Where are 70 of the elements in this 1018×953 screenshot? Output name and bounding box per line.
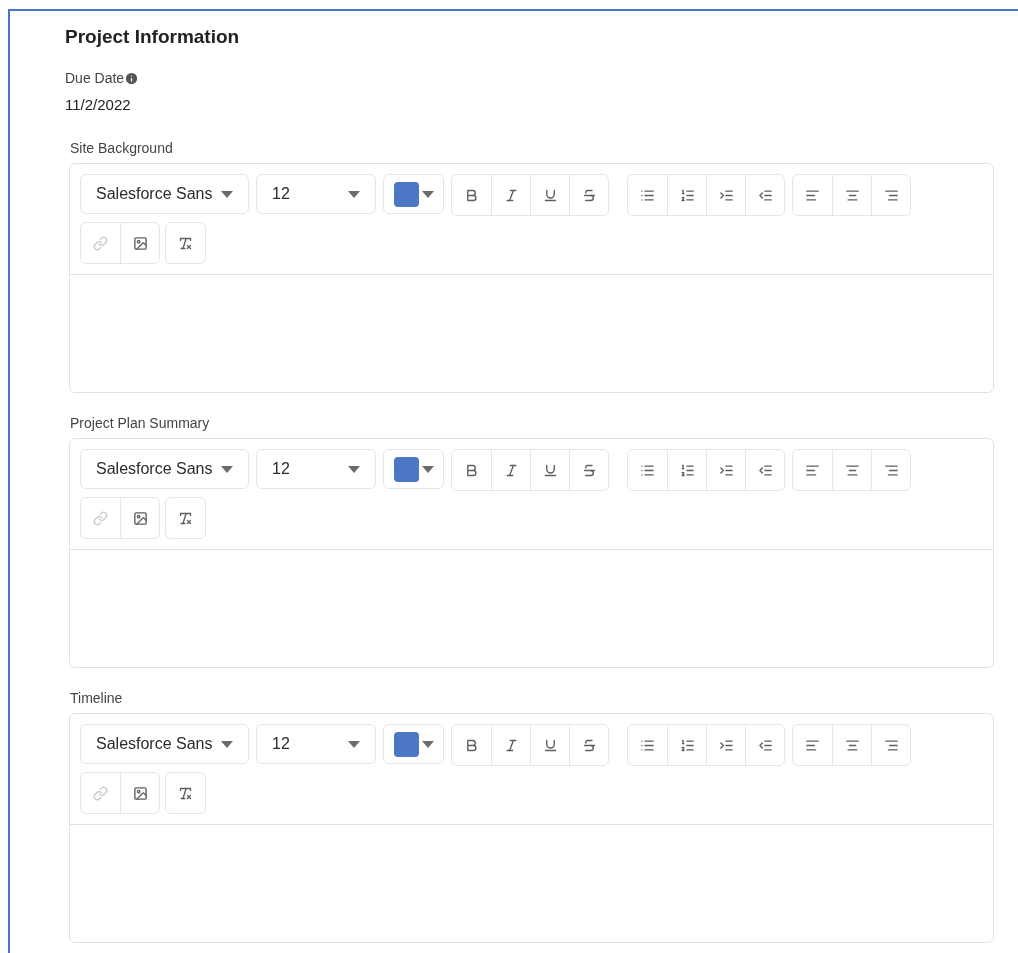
numbered-list-icon — [679, 462, 695, 478]
align-center-icon — [844, 187, 860, 203]
clear-formatting-button[interactable] — [165, 222, 206, 264]
link-icon — [93, 235, 108, 251]
caret-icon — [221, 465, 233, 473]
numbered-list-icon — [679, 187, 695, 203]
clear-formatting-button[interactable] — [165, 772, 206, 814]
underline-icon — [542, 737, 558, 753]
italic-icon — [503, 737, 519, 753]
clear-formatting-icon — [178, 510, 193, 526]
bulleted-list-icon — [640, 462, 655, 478]
align-left-icon — [805, 187, 820, 203]
link-icon — [93, 785, 108, 801]
align-right-icon — [883, 462, 899, 478]
field-label: Site Background — [70, 139, 174, 158]
caret-icon — [348, 465, 360, 473]
align-left-icon — [805, 737, 820, 753]
align-center-icon — [844, 462, 860, 478]
underline-icon — [542, 462, 558, 478]
field-label: Project Plan Summary — [70, 414, 211, 433]
image-icon — [132, 510, 148, 526]
underline-icon — [542, 187, 558, 203]
text-color-picker[interactable] — [383, 724, 444, 764]
bold-icon — [464, 187, 479, 203]
align-center-icon — [844, 737, 860, 753]
align-right-icon — [883, 187, 899, 203]
clear-formatting-button[interactable] — [165, 497, 206, 539]
caret-icon — [348, 740, 360, 748]
image-icon — [132, 235, 148, 251]
field-label: Timeline — [70, 689, 124, 708]
size-dropdown[interactable]: 12 — [256, 449, 376, 489]
caret-icon — [421, 465, 434, 473]
italic-icon — [503, 462, 519, 478]
size-dropdown[interactable]: 12 — [256, 174, 376, 214]
bulleted-list-icon — [640, 187, 655, 203]
outdent-icon — [757, 187, 773, 203]
caret-icon — [221, 740, 233, 748]
indent-icon — [718, 462, 734, 478]
caret-icon — [221, 190, 233, 198]
caret-icon — [348, 190, 360, 198]
text-color-picker[interactable] — [383, 174, 444, 214]
indent-icon — [718, 187, 734, 203]
numbered-list-icon — [679, 737, 695, 753]
caret-icon — [421, 190, 434, 198]
bulleted-list-icon — [640, 737, 655, 753]
strikethrough-icon — [581, 737, 597, 753]
size-dropdown[interactable]: 12 — [256, 724, 376, 764]
field-label: Due Date — [65, 68, 125, 88]
outdent-icon — [757, 462, 773, 478]
bold-icon — [464, 737, 479, 753]
italic-icon — [503, 187, 519, 203]
font-dropdown[interactable]: Salesforce Sans — [80, 174, 249, 214]
strikethrough-icon — [581, 462, 597, 478]
link-icon — [93, 510, 108, 526]
section-title: Project Information — [65, 25, 240, 49]
image-icon — [132, 785, 148, 801]
font-dropdown[interactable]: Salesforce Sans — [80, 724, 249, 764]
info-icon[interactable] — [124, 70, 140, 86]
indent-icon — [718, 737, 734, 753]
clear-formatting-icon — [178, 235, 193, 251]
caret-icon — [421, 740, 434, 748]
strikethrough-icon — [581, 187, 597, 203]
font-dropdown[interactable]: Salesforce Sans — [80, 449, 249, 489]
clear-formatting-icon — [178, 785, 193, 801]
text-color-picker[interactable] — [383, 449, 444, 489]
due-date-value: 11/2/2022 — [65, 94, 131, 115]
align-right-icon — [883, 737, 899, 753]
outdent-icon — [757, 737, 773, 753]
bold-icon — [464, 462, 479, 478]
align-left-icon — [805, 462, 820, 478]
